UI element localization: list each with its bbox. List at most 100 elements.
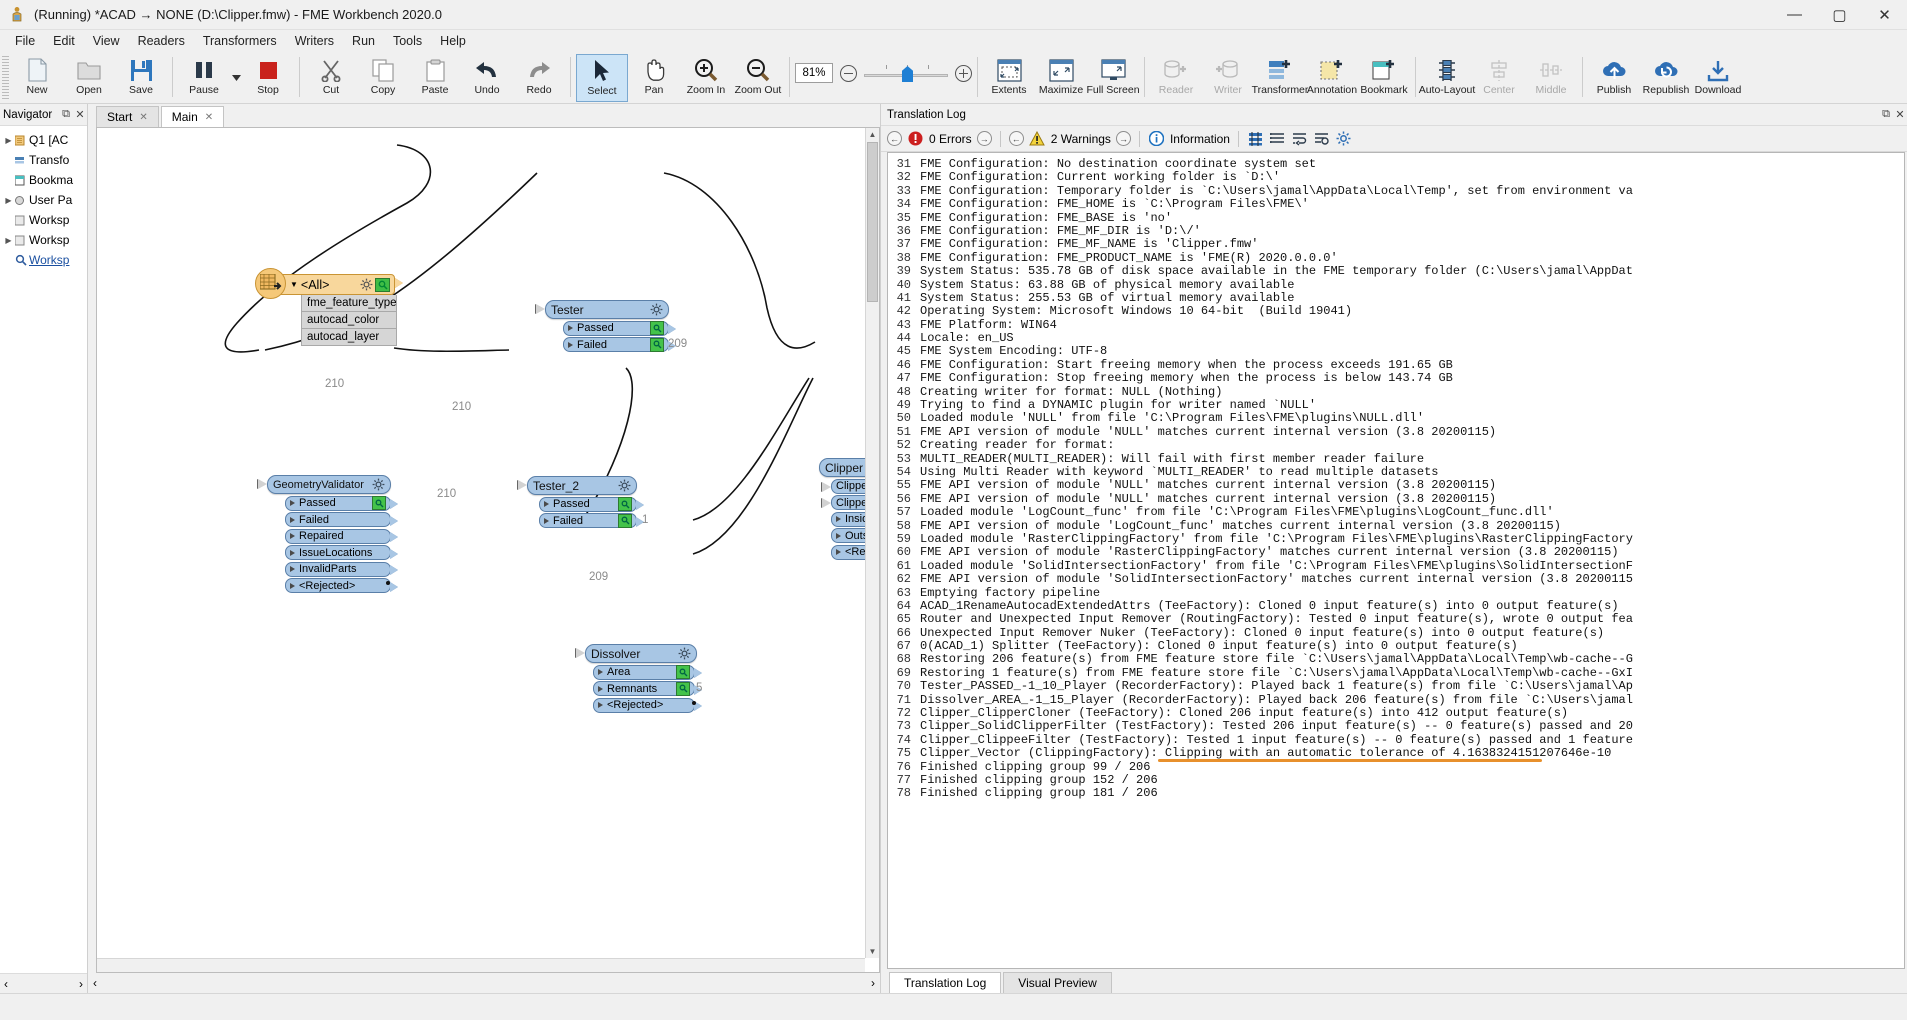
warning-counter[interactable]: 2 Warnings: [1029, 130, 1111, 147]
zoom-plus-icon[interactable]: [955, 64, 972, 82]
log-line[interactable]: 32 FME Configuration: Current working fol…: [890, 170, 1904, 184]
log-line[interactable]: 70 Tester_PASSED_-1_10_Player (RecorderFa…: [890, 679, 1904, 693]
output-port[interactable]: Area: [593, 664, 702, 680]
save-button[interactable]: Save: [115, 54, 167, 102]
log-settings-icon[interactable]: [1335, 130, 1352, 147]
arrow-left-icon[interactable]: ←: [887, 131, 902, 146]
canvas-vertical-scrollbar[interactable]: ▲ ▼: [865, 128, 879, 958]
error-counter[interactable]: 0 Errors: [907, 130, 972, 147]
log-line[interactable]: 35 FME Configuration: FME_BASE is 'no': [890, 211, 1904, 225]
navigator-item-workspace-1[interactable]: Worksp: [0, 210, 87, 230]
arrow-right-icon[interactable]: →: [1115, 131, 1131, 146]
vertical-scroll-thumb[interactable]: [867, 142, 878, 302]
navigator-tree[interactable]: ▶ Q1 [AC Transfo Bookma ▶ User Pa Worksp…: [0, 126, 87, 973]
log-line[interactable]: 48 Creating writer for format: NULL (Noth…: [890, 385, 1904, 399]
copy-button[interactable]: Copy: [357, 54, 409, 102]
log-line[interactable]: 60 FME API version of module 'RasterClipp…: [890, 545, 1904, 559]
log-line[interactable]: 64 ACAD_1RenameAutocadExtendedAttrs (TeeF…: [890, 599, 1904, 613]
add-reader-button[interactable]: Reader: [1150, 54, 1202, 102]
log-line[interactable]: 39 System Status: 535.78 GB of disk space…: [890, 264, 1904, 278]
tab-main[interactable]: Main ✕: [160, 106, 225, 127]
output-port[interactable]: <Rejected>: [285, 578, 398, 593]
log-line[interactable]: 68 Restoring 206 feature(s) from FME feat…: [890, 652, 1904, 666]
nav-scroll-right[interactable]: ›: [79, 977, 83, 991]
align-center-button[interactable]: Center: [1473, 54, 1525, 102]
log-line[interactable]: 56 FME API version of module 'NULL' match…: [890, 492, 1904, 506]
log-line[interactable]: 46 FME Configuration: Start freeing memor…: [890, 358, 1904, 372]
cut-button[interactable]: Cut: [305, 54, 357, 102]
log-line[interactable]: 49 Trying to find a DYNAMIC plugin for wr…: [890, 398, 1904, 412]
magnifier-icon[interactable]: [375, 277, 390, 292]
full-screen-button[interactable]: Full Screen: [1086, 54, 1140, 102]
transformer-node-tester[interactable]: Tester Passed Failed: [536, 300, 676, 352]
download-button[interactable]: Download: [1692, 54, 1744, 102]
add-writer-button[interactable]: Writer: [1202, 54, 1254, 102]
close-icon[interactable]: ✕: [73, 108, 87, 121]
scroll-up-arrow-icon[interactable]: ▲: [866, 128, 879, 141]
menu-help[interactable]: Help: [431, 31, 475, 51]
log-line[interactable]: 33 FME Configuration: Temporary folder is…: [890, 184, 1904, 198]
log-line[interactable]: 74 Clipper_ClippeeFilter (TestFactory): T…: [890, 733, 1904, 747]
log-line[interactable]: 77 Finished clipping group 152 / 206: [890, 773, 1904, 787]
log-line[interactable]: 31 FME Configuration: No destination coor…: [890, 157, 1904, 171]
float-panel-icon[interactable]: ⧉: [59, 108, 73, 121]
menu-edit[interactable]: Edit: [44, 31, 84, 51]
transformer-node-dissolver[interactable]: Dissolver Area Remnants <Rejected>: [576, 644, 702, 713]
inspect-badge-icon[interactable]: [650, 337, 664, 352]
menu-view[interactable]: View: [84, 31, 129, 51]
log-line[interactable]: 78 Finished clipping group 181 / 206: [890, 786, 1904, 800]
reader-node[interactable]: ▼ <All> fme_feature_type autocad_color a…: [255, 268, 403, 346]
information-filter[interactable]: Information: [1148, 130, 1230, 147]
maximize-button[interactable]: ▢: [1817, 0, 1862, 30]
output-port[interactable]: InvalidParts: [285, 561, 398, 577]
gear-icon[interactable]: [678, 647, 691, 660]
nav-scroll-left[interactable]: ‹: [4, 977, 8, 991]
navigator-item-bookmarks[interactable]: Bookma: [0, 170, 87, 190]
log-line[interactable]: 57 Loaded module 'LogCount_func' from fil…: [890, 505, 1904, 519]
paste-button[interactable]: Paste: [409, 54, 461, 102]
extents-button[interactable]: Extents: [983, 54, 1035, 102]
output-port[interactable]: Remnants: [593, 681, 702, 696]
navigator-item-reader[interactable]: ▶ Q1 [AC: [0, 130, 87, 150]
zoom-in-button[interactable]: Zoom In: [680, 54, 732, 102]
transformer-node-geometryvalidator[interactable]: GeometryValidator Passed Failed Repaired…: [258, 475, 398, 593]
inspect-badge-icon[interactable]: [650, 321, 664, 335]
open-button[interactable]: Open: [63, 54, 115, 102]
log-line[interactable]: 59 Loaded module 'RasterClippingFactory' …: [890, 532, 1904, 546]
zoom-slider[interactable]: [864, 65, 948, 82]
node-header[interactable]: Tester_2: [518, 476, 637, 495]
log-line[interactable]: 36 FME Configuration: FME_MF_DIR is 'D:\/…: [890, 224, 1904, 238]
output-port[interactable]: Passed: [285, 495, 398, 511]
log-line[interactable]: 53 MULTI_READER(MULTI_READER): Will fail …: [890, 452, 1904, 466]
output-port[interactable]: Passed: [539, 496, 644, 512]
reader-header[interactable]: ▼ <All>: [273, 274, 403, 295]
zoom-out-button[interactable]: Zoom Out: [732, 54, 784, 102]
node-header[interactable]: Tester: [536, 300, 669, 319]
log-line[interactable]: 63 Emptying factory pipeline: [890, 586, 1904, 600]
log-line[interactable]: 54 Using Multi Reader with keyword `MULTI…: [890, 465, 1904, 479]
log-line[interactable]: 75 Clipper_Vector (ClippingFactory): Clip…: [890, 746, 1904, 760]
toolbar-grip[interactable]: [2, 56, 9, 100]
graph-canvas[interactable]: ▼ <All> fme_feature_type autocad_color a…: [96, 127, 880, 973]
gear-icon[interactable]: [650, 303, 663, 316]
navigator-item-workspace-2[interactable]: ▶ Worksp: [0, 230, 87, 250]
pause-dropdown-arrow[interactable]: [230, 54, 242, 102]
menu-writers[interactable]: Writers: [286, 31, 343, 51]
stop-button[interactable]: Stop: [242, 54, 294, 102]
log-line[interactable]: 58 FME API version of module 'LogCount_fu…: [890, 519, 1904, 533]
log-filter-icon[interactable]: [1247, 130, 1264, 147]
log-line[interactable]: 51 FME API version of module 'NULL' match…: [890, 425, 1904, 439]
zoom-minus-icon[interactable]: [840, 64, 857, 82]
output-port[interactable]: Failed: [563, 337, 676, 352]
output-port[interactable]: Failed: [539, 513, 644, 528]
log-line[interactable]: 37 FME Configuration: FME_MF_NAME is 'Cli…: [890, 237, 1904, 251]
minimize-button[interactable]: —: [1772, 0, 1817, 30]
gear-icon[interactable]: [372, 478, 385, 491]
inspect-badge-icon[interactable]: [618, 497, 632, 511]
navigator-item-transformers[interactable]: Transfo: [0, 150, 87, 170]
output-port[interactable]: IssueLocations: [285, 545, 398, 560]
tab-visual-preview[interactable]: Visual Preview: [1003, 972, 1112, 993]
log-line[interactable]: 55 FME API version of module 'NULL' match…: [890, 478, 1904, 492]
node-header[interactable]: Dissolver: [576, 644, 697, 663]
log-line[interactable]: 69 Restoring 1 feature(s) from FME featur…: [890, 666, 1904, 680]
